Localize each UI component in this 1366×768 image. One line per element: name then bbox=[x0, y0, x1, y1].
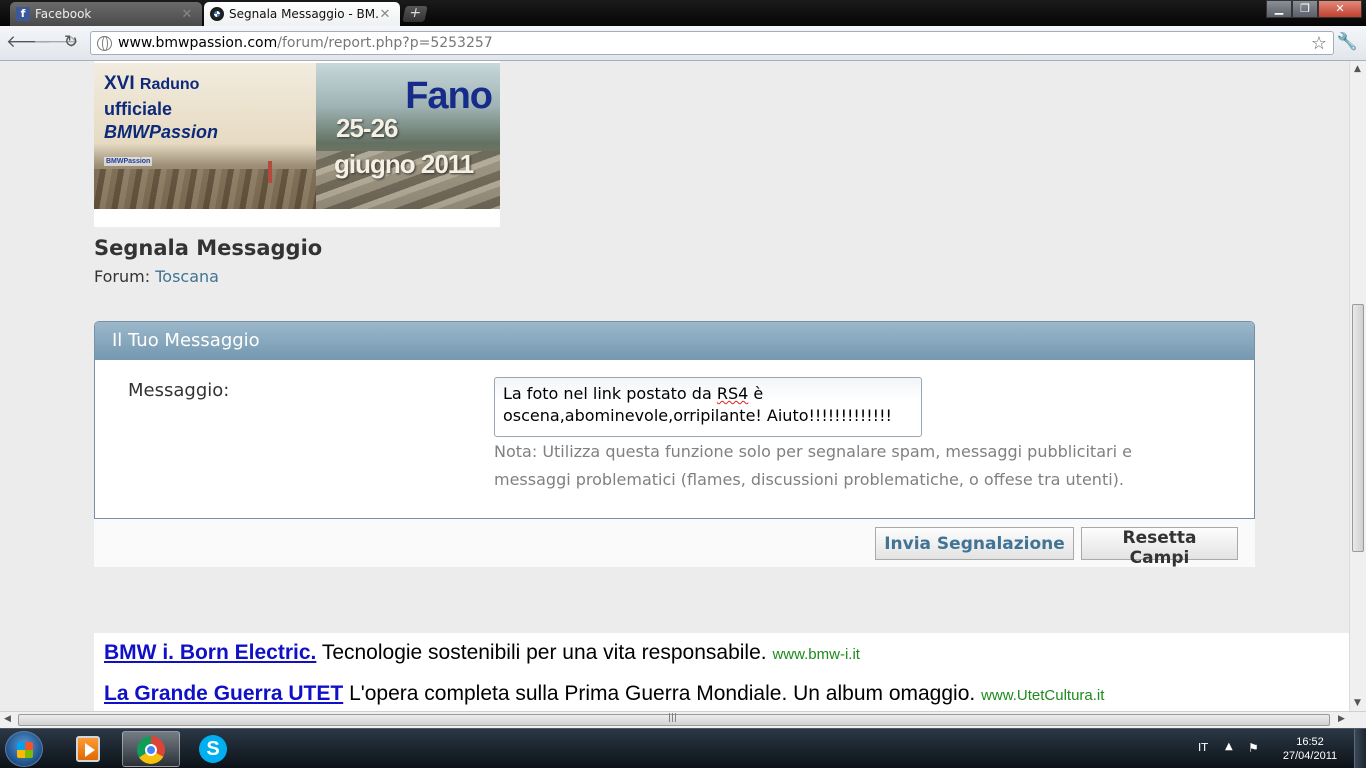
forward-arrow-icon[interactable]: 🡒 bbox=[33, 32, 79, 52]
ad-text: Tecnologie sostenibili per una vita resp… bbox=[316, 641, 773, 664]
reset-fields-button[interactable]: Resetta Campi bbox=[1081, 527, 1238, 568]
window-controls: ▁ ❐ ✕ bbox=[1266, 0, 1362, 18]
message-label: Messaggio: bbox=[128, 380, 230, 401]
language-indicator[interactable]: IT bbox=[1198, 741, 1208, 754]
clock-date: 27/04/2011 bbox=[1282, 750, 1338, 762]
reload-icon[interactable]: ↻ bbox=[61, 32, 81, 52]
taskbar-media-player[interactable] bbox=[60, 731, 118, 767]
banner-title-line3: BMWPassion bbox=[104, 122, 219, 142]
vertical-scrollbar[interactable]: ▲ ▼ bbox=[1349, 61, 1366, 711]
banner-title-line2: ufficiale bbox=[104, 99, 173, 119]
page-viewport: XVI Raduno ufficiale BMWPassion BMWPassi… bbox=[0, 61, 1349, 711]
clock-time: 16:52 bbox=[1296, 736, 1324, 748]
banner-dates: 25-26 bbox=[336, 113, 398, 143]
taskbar-chrome[interactable] bbox=[122, 731, 180, 767]
url-host: www.bmwpassion.com bbox=[118, 35, 278, 51]
event-banner[interactable]: XVI Raduno ufficiale BMWPassion BMWPassi… bbox=[94, 61, 500, 227]
minimize-button[interactable]: ▁ bbox=[1266, 0, 1292, 18]
lighthouse-shape bbox=[268, 161, 272, 183]
note-text: Nota: Utilizza questa funzione solo per … bbox=[494, 438, 1194, 494]
page-title: Segnala Messaggio bbox=[94, 236, 323, 260]
tab-close-icon[interactable]: ✕ bbox=[378, 7, 392, 22]
ad-domain[interactable]: www.UtetCultura.it bbox=[981, 687, 1104, 704]
show-desktop-button[interactable] bbox=[1354, 729, 1366, 768]
message-panel: Il Tuo Messaggio Messaggio: La foto nel … bbox=[94, 321, 1255, 519]
skype-icon: S bbox=[199, 735, 227, 763]
horizontal-scrollbar[interactable]: ◀ ||| ▶ bbox=[0, 711, 1366, 728]
panel-header: Il Tuo Messaggio bbox=[95, 322, 1254, 360]
note-line-1: Nota: Utilizza questa funzione solo per … bbox=[494, 442, 1132, 461]
wrench-icon[interactable]: 🔧 bbox=[1337, 32, 1358, 52]
address-bar[interactable]: www.bmwpassion.com/forum/report.php?p=52… bbox=[90, 31, 1334, 55]
new-tab-button[interactable]: + bbox=[402, 5, 428, 22]
ad-row: La Grande Guerra UTET L'opera completa s… bbox=[104, 682, 1104, 706]
submit-report-button[interactable]: Invia Segnalazione bbox=[875, 527, 1074, 560]
message-line-2: oscena,abominevole,orripilante! Aiuto!!!… bbox=[503, 406, 892, 425]
start-button[interactable] bbox=[5, 731, 43, 767]
close-window-button[interactable]: ✕ bbox=[1318, 0, 1362, 18]
scroll-grip-icon: ||| bbox=[668, 713, 678, 723]
form-button-bar: Invia Segnalazione Resetta Campi bbox=[94, 519, 1255, 568]
tray-expand-icon[interactable]: ▲ bbox=[1225, 741, 1233, 752]
banner-logo: BMWPassion bbox=[104, 157, 153, 166]
taskbar-skype[interactable]: S bbox=[184, 731, 242, 767]
forum-label: Forum: bbox=[94, 267, 151, 286]
tab-label: Segnala Messaggio - BM... bbox=[229, 7, 378, 21]
ad-title-link[interactable]: La Grande Guerra UTET bbox=[104, 682, 343, 705]
ad-title-link[interactable]: BMW i. Born Electric. bbox=[104, 641, 316, 664]
globe-icon bbox=[97, 35, 112, 51]
facebook-favicon-icon: f bbox=[16, 7, 30, 21]
url-path: /forum/report.php?p=5253257 bbox=[277, 35, 493, 51]
maximize-button[interactable]: ❐ bbox=[1292, 0, 1318, 18]
back-arrow-icon[interactable]: 🡐 bbox=[6, 32, 52, 52]
browser-toolbar: 🡐 🡒 ↻ www.bmwpassion.com/forum/report.ph… bbox=[0, 26, 1366, 61]
chrome-icon bbox=[137, 736, 165, 764]
bmw-favicon-icon bbox=[210, 7, 224, 21]
message-line-1: La foto nel link postato da RS4 è bbox=[503, 384, 764, 403]
tab-strip: f Facebook ✕ Segnala Messaggio - BM... ✕… bbox=[0, 0, 1366, 26]
note-line-2: messaggi problematici (flames, discussio… bbox=[494, 470, 1124, 489]
banner-title-line1: XVI Raduno bbox=[104, 73, 200, 94]
forum-breadcrumb: Forum: Toscana bbox=[94, 267, 219, 286]
forum-link[interactable]: Toscana bbox=[155, 267, 219, 286]
tab-facebook[interactable]: f Facebook ✕ bbox=[10, 2, 202, 26]
scroll-up-arrow-icon[interactable]: ▲ bbox=[1354, 64, 1361, 74]
scroll-right-arrow-icon[interactable]: ▶ bbox=[1338, 714, 1345, 724]
tab-segnala-messaggio[interactable]: Segnala Messaggio - BM... ✕ bbox=[204, 2, 400, 26]
message-textarea[interactable]: La foto nel link postato da RS4 è oscena… bbox=[494, 377, 922, 437]
star-icon[interactable]: ☆ bbox=[1311, 33, 1327, 54]
ad-row: BMW i. Born Electric. Tecnologie sosteni… bbox=[104, 641, 860, 665]
system-clock[interactable]: 16:52 27/04/2011 bbox=[1276, 735, 1344, 763]
ads-block: BMW i. Born Electric. Tecnologie sosteni… bbox=[94, 633, 1349, 711]
tab-label: Facebook bbox=[35, 7, 92, 21]
banner-month-year: giugno 2011 bbox=[334, 149, 474, 179]
banner-right-text: Fano 25-26 giugno 2011 bbox=[316, 63, 500, 209]
scroll-left-arrow-icon[interactable]: ◀ bbox=[4, 714, 11, 724]
banner-city: Fano bbox=[405, 75, 493, 117]
ad-domain[interactable]: www.bmw-i.it bbox=[772, 646, 860, 663]
windows-taskbar: S IT ▲ ⚑ 16:52 27/04/2011 bbox=[0, 728, 1366, 768]
action-center-flag-icon[interactable]: ⚑ bbox=[1248, 741, 1259, 755]
media-player-icon bbox=[76, 736, 100, 762]
vertical-scroll-thumb[interactable] bbox=[1352, 304, 1364, 552]
tab-close-icon[interactable]: ✕ bbox=[180, 7, 194, 22]
ad-text: L'opera completa sulla Prima Guerra Mond… bbox=[343, 682, 982, 705]
scroll-down-arrow-icon[interactable]: ▼ bbox=[1354, 698, 1361, 708]
